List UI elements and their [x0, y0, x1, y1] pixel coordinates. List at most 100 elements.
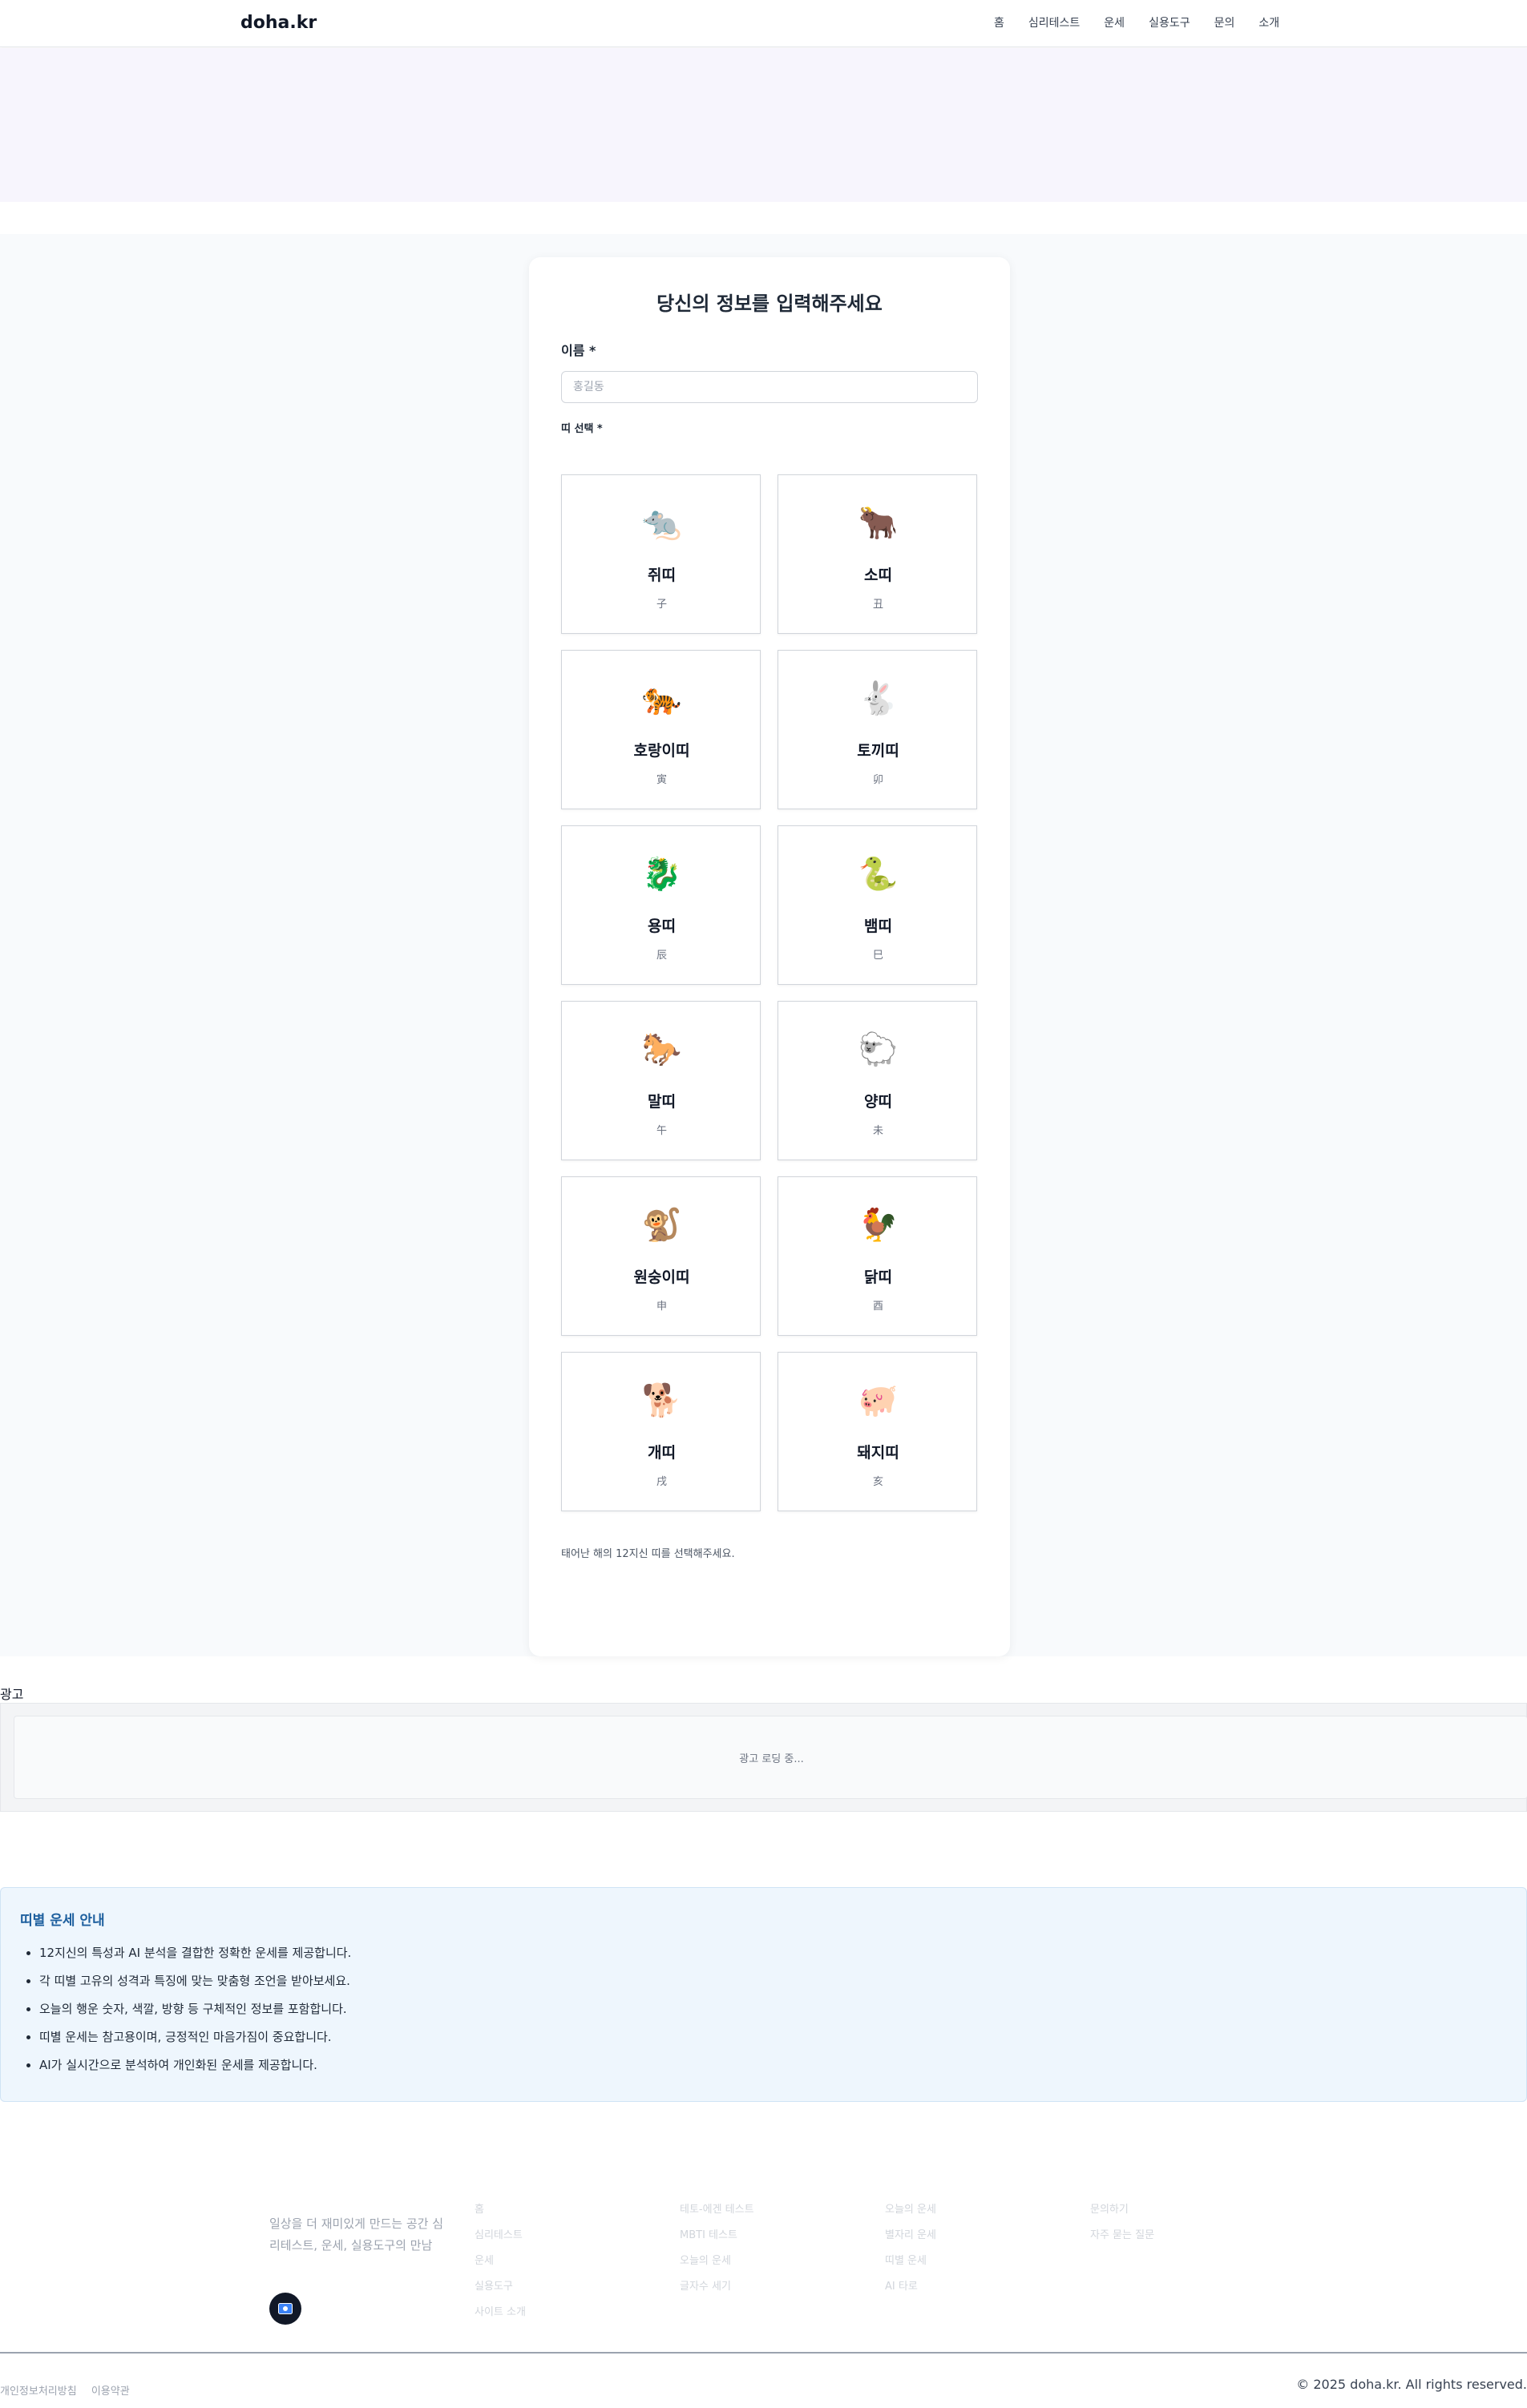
footer-legal-links: 개인정보처리방침 이용약관: [0, 2382, 141, 2398]
info-title: 띠별 운세 안내: [20, 1913, 105, 1929]
footer-link[interactable]: 테토-에겐 테스트: [680, 2201, 754, 2227]
zodiac-hanja: 子: [656, 599, 667, 611]
footer-link[interactable]: 별자리 운세: [885, 2227, 936, 2253]
zodiac-name: 개띠: [648, 1444, 676, 1462]
footer-link[interactable]: 심리테스트: [475, 2227, 526, 2253]
rabbit-icon: 🐇: [858, 680, 899, 717]
footer-link[interactable]: 띠별 운세: [885, 2253, 936, 2278]
zodiac-option-rooster[interactable]: 🐓 닭띠 酉: [778, 1176, 977, 1336]
footer-link[interactable]: MBTI 테스트: [680, 2227, 754, 2253]
zodiac-name: 용띠: [648, 918, 676, 935]
form-title: 당신의 정보를 입력해주세요: [656, 292, 883, 315]
ad-slot[interactable]: 광고 로딩 중...: [14, 1716, 1527, 1799]
snake-icon: 🐍: [858, 856, 899, 893]
terms-link[interactable]: 이용약관: [91, 2386, 130, 2398]
list-item: 12지신의 특성과 AI 분석을 결합한 정확한 운세를 제공합니다.: [39, 1944, 351, 1972]
monkey-icon: 🐒: [641, 1207, 682, 1244]
zodiac-info-box: 띠별 운세 안내 12지신의 특성과 AI 분석을 결합한 정확한 운세를 제공…: [0, 1887, 1527, 2102]
footer-link[interactable]: 글자수 세기: [680, 2278, 754, 2304]
privacy-policy-link[interactable]: 개인정보처리방침: [0, 2386, 77, 2398]
rat-icon: 🐀: [641, 505, 682, 542]
zodiac-name: 쥐띠: [648, 567, 676, 584]
ad-container: 광고 로딩 중...: [0, 1703, 1527, 1812]
zodiac-hanja: 申: [656, 1301, 667, 1313]
hero-banner-area: [0, 48, 1527, 202]
rooster-icon: 🐓: [858, 1207, 899, 1244]
list-item: 각 띠별 고유의 성격과 특징에 맞는 맞춤형 조언을 받아보세요.: [39, 1972, 351, 2000]
zodiac-option-tiger[interactable]: 🐅 호랑이띠 寅: [561, 650, 761, 809]
zodiac-option-rabbit[interactable]: 🐇 토끼띠 卯: [778, 650, 977, 809]
zodiac-option-monkey[interactable]: 🐒 원숭이띠 申: [561, 1176, 761, 1336]
footer-link[interactable]: AI 타로: [885, 2278, 936, 2304]
site-logo[interactable]: doha.kr: [240, 13, 317, 33]
zodiac-name: 호랑이띠: [633, 742, 690, 760]
zodiac-name: 토끼띠: [857, 742, 899, 760]
zodiac-hanja: 戌: [656, 1476, 667, 1488]
main-nav: 홈 심리테스트 운세 실용도구 문의 소개: [994, 14, 1303, 30]
zodiac-name: 양띠: [864, 1093, 892, 1111]
nav-psych-test[interactable]: 심리테스트: [1028, 14, 1080, 30]
list-item: 띠별 운세는 참고용이며, 긍정적인 마음가짐이 중요합니다.: [39, 2028, 351, 2056]
footer-divider: [0, 2352, 1527, 2354]
footer-link[interactable]: 실용도구: [475, 2278, 526, 2304]
pig-icon: 🐖: [858, 1382, 899, 1419]
horse-icon: 🐎: [641, 1031, 682, 1068]
nav-tools[interactable]: 실용도구: [1149, 14, 1190, 30]
zodiac-hanja: 巳: [872, 950, 883, 962]
ad-loading-text: 광고 로딩 중...: [739, 1753, 804, 1765]
footer-col-tests: 테토-에겐 테스트 MBTI 테스트 오늘의 운세 글자수 세기: [680, 2201, 754, 2304]
zodiac-option-sheep[interactable]: 🐑 양띠 未: [778, 1001, 977, 1160]
zodiac-option-horse[interactable]: 🐎 말띠 午: [561, 1001, 761, 1160]
nav-home[interactable]: 홈: [994, 14, 1004, 30]
zodiac-hanja: 卯: [872, 774, 883, 786]
footer-link[interactable]: 오늘의 운세: [680, 2253, 754, 2278]
zodiac-hanja: 辰: [656, 950, 667, 962]
footer-col-support: 문의하기 자주 묻는 질문: [1090, 2201, 1154, 2253]
zodiac-name: 돼지띠: [857, 1444, 899, 1462]
zodiac-option-pig[interactable]: 🐖 돼지띠 亥: [778, 1352, 977, 1511]
zodiac-option-ox[interactable]: 🐂 소띠 丑: [778, 474, 977, 634]
footer-description: 일상을 더 재미있게 만드는 공간 심리테스트, 운세, 실용도구의 만남: [269, 2216, 444, 2253]
zodiac-option-rat[interactable]: 🐀 쥐띠 子: [561, 474, 761, 634]
list-item: 오늘의 행운 숫자, 색깔, 방향 등 구체적인 정보를 포함합니다.: [39, 2000, 351, 2028]
site-header: doha.kr 홈 심리테스트 운세 실용도구 문의 소개: [0, 0, 1527, 47]
zodiac-option-dog[interactable]: 🐕 개띠 戌: [561, 1352, 761, 1511]
zodiac-hanja: 丑: [872, 599, 883, 611]
tiger-icon: 🐅: [641, 680, 682, 717]
fortune-form-card: 당신의 정보를 입력해주세요 이름 * 띠 선택 * 🐀 쥐띠 子 🐂 소띠 丑…: [529, 257, 1010, 1656]
zodiac-hint: 태어난 해의 12지신 띠를 선택해주세요.: [561, 1548, 735, 1560]
zodiac-name: 닭띠: [864, 1269, 892, 1286]
footer-link[interactable]: 홈: [475, 2201, 526, 2227]
zodiac-label: 띠 선택 *: [561, 423, 603, 435]
list-item: AI가 실시간으로 분석하여 개인화된 운세를 제공합니다.: [39, 2056, 351, 2084]
info-list: 12지신의 특성과 AI 분석을 결합한 정확한 운세를 제공합니다. 각 띠별…: [39, 1944, 351, 2084]
footer-col-site: 홈 심리테스트 운세 실용도구 사이트 소개: [475, 2201, 526, 2329]
dragon-icon: 🐉: [641, 856, 682, 893]
zodiac-hanja: 寅: [656, 774, 667, 786]
zodiac-name: 말띠: [648, 1093, 676, 1111]
footer-link[interactable]: 사이트 소개: [475, 2304, 526, 2329]
nav-about[interactable]: 소개: [1258, 14, 1279, 30]
footer-logo-icon[interactable]: [269, 2293, 301, 2325]
name-label: 이름 *: [561, 343, 596, 358]
footer-link[interactable]: 운세: [475, 2253, 526, 2278]
zodiac-name: 소띠: [864, 567, 892, 584]
zodiac-name: 원숭이띠: [633, 1269, 690, 1286]
footer-link[interactable]: 오늘의 운세: [885, 2201, 936, 2227]
zodiac-option-dragon[interactable]: 🐉 용띠 辰: [561, 825, 761, 985]
dog-icon: 🐕: [641, 1382, 682, 1419]
zodiac-hanja: 午: [656, 1125, 667, 1137]
nav-fortune[interactable]: 운세: [1104, 14, 1125, 30]
copyright: © 2025 doha.kr. All rights reserved.: [1296, 2377, 1527, 2392]
name-input[interactable]: [561, 371, 978, 403]
zodiac-hanja: 亥: [872, 1476, 883, 1488]
footer-link[interactable]: 자주 묻는 질문: [1090, 2227, 1154, 2253]
ox-icon: 🐂: [858, 505, 899, 542]
zodiac-hanja: 酉: [872, 1301, 883, 1313]
zodiac-hanja: 未: [872, 1125, 883, 1137]
footer-col-fortune: 오늘의 운세 별자리 운세 띠별 운세 AI 타로: [885, 2201, 936, 2304]
sheep-icon: 🐑: [858, 1031, 899, 1068]
footer-link[interactable]: 문의하기: [1090, 2201, 1154, 2227]
nav-contact[interactable]: 문의: [1214, 14, 1235, 30]
zodiac-option-snake[interactable]: 🐍 뱀띠 巳: [778, 825, 977, 985]
